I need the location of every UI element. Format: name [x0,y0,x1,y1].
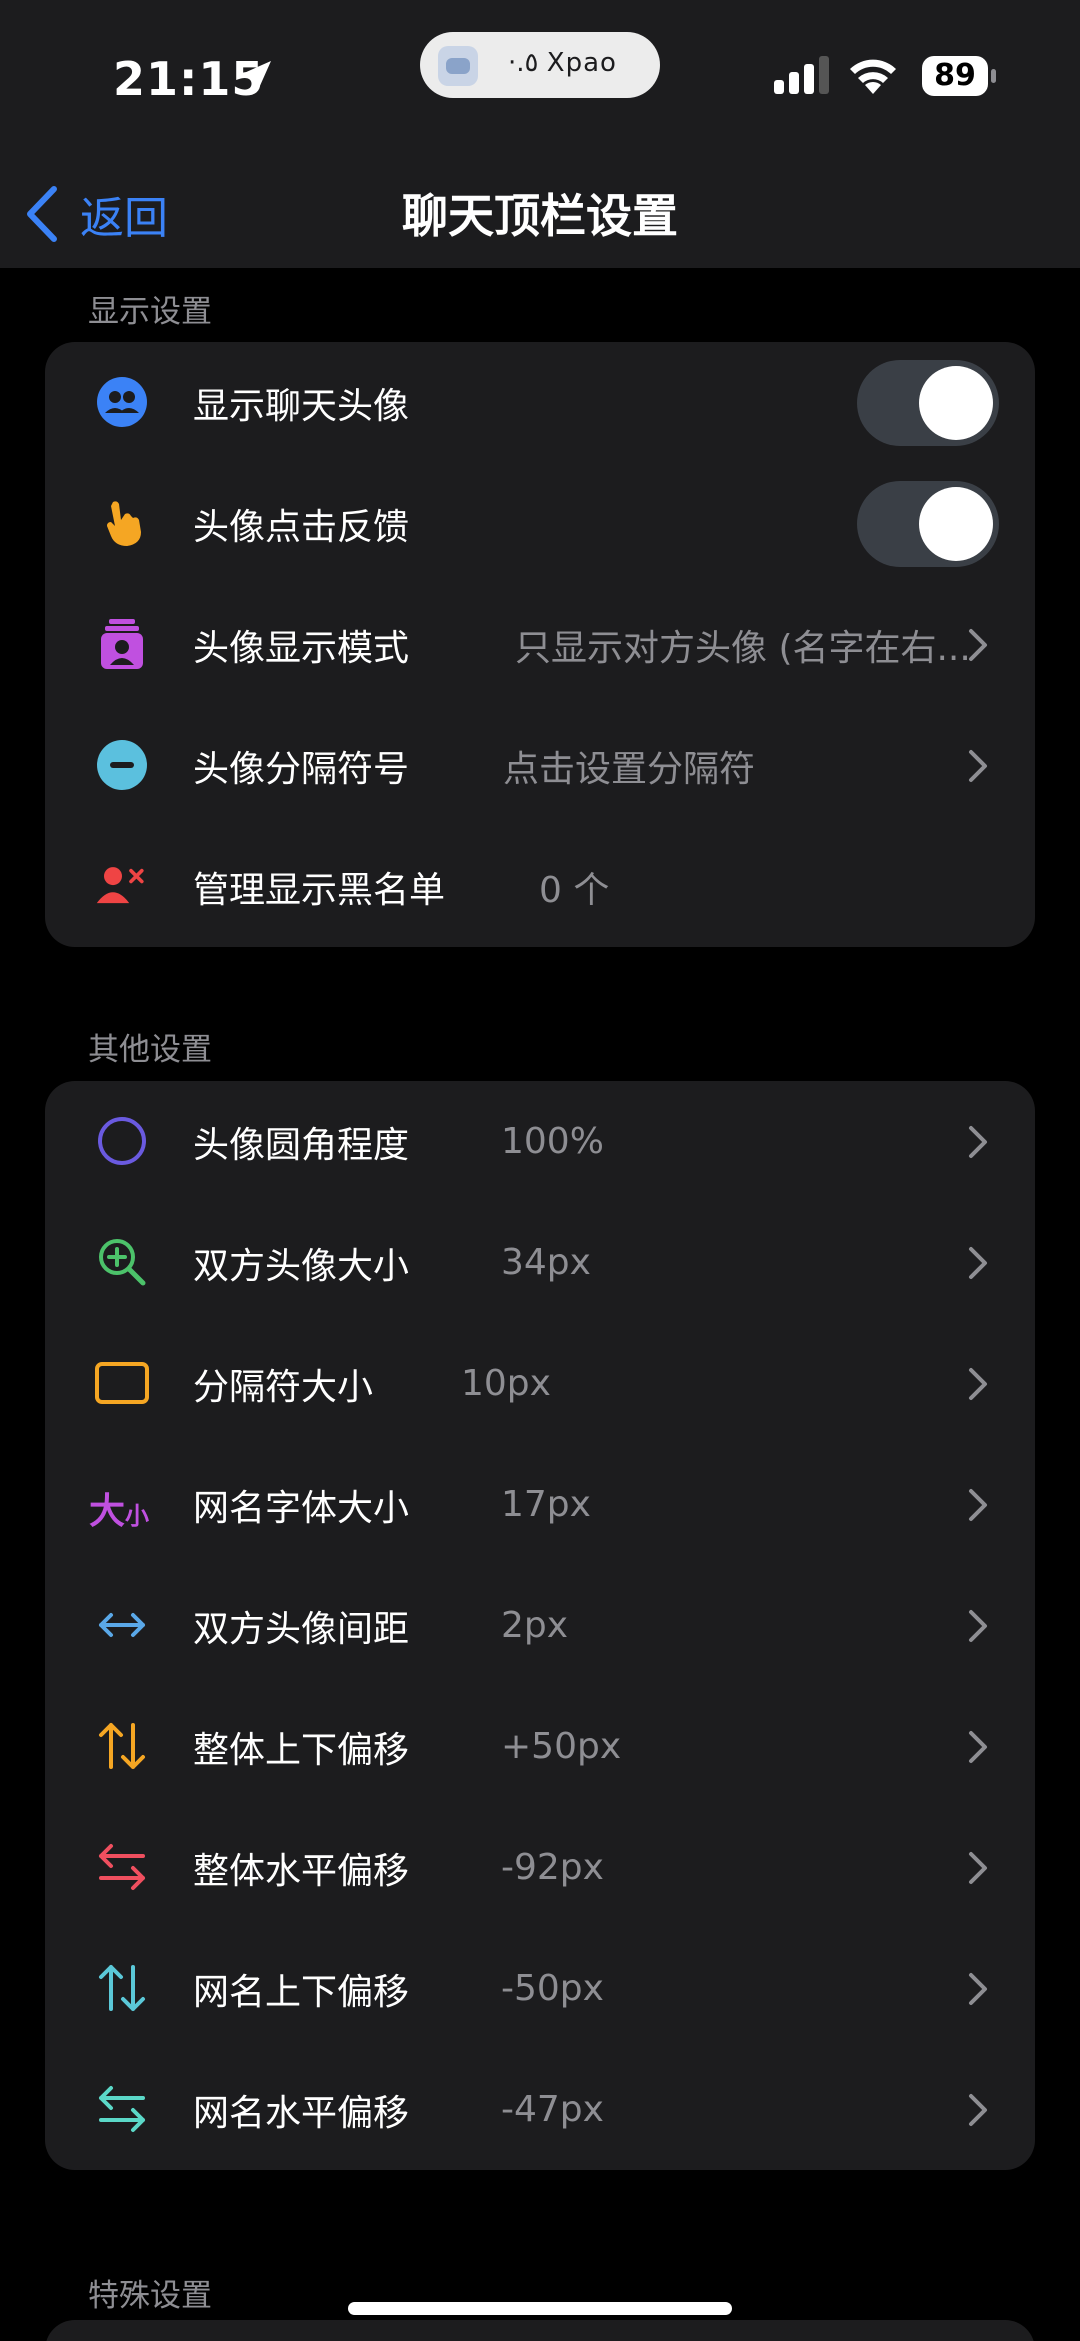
row-label: 网名字体大小 [193,1487,410,1529]
row-avatar-tap-feedback[interactable]: 头像点击反馈 [45,463,1035,584]
row-label: 头像圆角程度 [193,1124,410,1166]
avatar-feedback-toggle[interactable] [857,481,999,567]
chevron-right-icon [969,1973,987,2005]
row-nickname-font-size[interactable]: 大小 网名字体大小 17px [45,1444,1035,1565]
home-indicator[interactable] [348,2302,732,2315]
row-label: 整体水平偏移 [193,1850,410,1892]
chevron-right-icon [969,1247,987,1279]
zoom-in-icon [99,1239,146,1286]
vertical-arrows-icon [99,1723,145,1769]
swap-horizontal-icon [99,1844,145,1890]
row-label: 网名上下偏移 [193,1971,410,2013]
font-size-icon: 大小 [89,1491,150,1532]
row-value: 2px [501,1605,569,1646]
row-value: 只显示对方头像 (名字在右... [515,627,971,669]
row-separator-size[interactable]: 分隔符大小 10px [45,1323,1035,1444]
row-value: +50px [501,1726,622,1767]
row-label: 头像分隔符号 [193,748,410,790]
vertical-arrows-icon [99,1965,145,2011]
row-nickname-vertical-offset[interactable]: 网名上下偏移 -50px [45,1928,1035,2049]
row-label: 双方头像大小 [193,1245,410,1287]
row-value: 点击设置分隔符 [503,748,756,790]
contact-card-icon [101,619,143,669]
section-header-special: 特殊设置 [88,2278,212,2314]
row-label: 分隔符大小 [193,1366,374,1408]
row-value: 100% [501,1121,604,1162]
chevron-right-icon [969,1731,987,1763]
row-overall-vertical-offset[interactable]: 整体上下偏移 +50px [45,1686,1035,1807]
location-arrow-icon [241,61,271,91]
row-label: 管理显示黑名单 [193,869,446,911]
row-blacklist[interactable]: 管理显示黑名单 0 个 [45,826,1035,947]
island-text: ·.٥ Xpao [508,48,617,78]
show-avatar-toggle[interactable] [857,360,999,446]
row-value: 34px [501,1242,591,1283]
row-value: -92px [501,1847,604,1888]
cellular-signal-icon [774,56,829,94]
chevron-right-icon [969,629,987,661]
display-settings-card: 显示聊天头像 头像点击反馈 头像显示模式 只显示对方头像 (名字在右... 头像… [45,342,1035,947]
people-icon [97,377,147,427]
row-value: 17px [501,1484,591,1525]
row-value: 0 个 [539,869,610,911]
app-icon [438,46,478,86]
horizontal-arrows-icon [99,1613,145,1637]
swap-horizontal-icon [99,2086,145,2132]
nav-bar: 返回 聊天顶栏设置 [0,160,1080,268]
row-avatar-spacing[interactable]: 双方头像间距 2px [45,1565,1035,1686]
row-overall-horizontal-offset[interactable]: 整体水平偏移 -92px [45,1807,1035,1928]
minus-circle-icon [97,740,147,790]
row-show-avatar[interactable]: 显示聊天头像 [45,342,1035,463]
chevron-right-icon [969,2094,987,2126]
battery-indicator: 89 [922,56,996,96]
section-header-other: 其他设置 [88,1032,212,1068]
dynamic-island[interactable]: ·.٥ Xpao [420,32,660,98]
row-label: 头像点击反馈 [193,506,410,548]
row-avatar-separator[interactable]: 头像分隔符号 点击设置分隔符 [45,705,1035,826]
row-nickname-horizontal-offset[interactable]: 网名水平偏移 -47px [45,2049,1035,2170]
rectangle-icon [95,1362,149,1404]
row-avatar-size[interactable]: 双方头像大小 34px [45,1202,1035,1323]
pointing-hand-icon [107,501,141,546]
special-settings-card [45,2320,1035,2341]
row-value: -47px [501,2089,604,2130]
row-value: 10px [461,1363,551,1404]
chevron-right-icon [969,1489,987,1521]
row-label: 头像显示模式 [193,627,410,669]
row-value: -50px [501,1968,604,2009]
chevron-right-icon [969,1852,987,1884]
circle-outline-icon [98,1117,146,1165]
user-remove-icon [96,867,144,904]
chevron-right-icon [969,1368,987,1400]
row-label: 整体上下偏移 [193,1729,410,1771]
status-bar: 21:15 ·.٥ Xpao 89 [0,0,1080,160]
wifi-icon [850,59,896,94]
row-label: 网名水平偏移 [193,2092,410,2134]
top-bar: 21:15 ·.٥ Xpao 89 返回 聊天顶栏设置 [0,0,1080,268]
page-title: 聊天顶栏设置 [402,189,678,243]
chevron-right-icon [969,1610,987,1642]
chevron-right-icon [969,1126,987,1158]
row-label: 显示聊天头像 [193,385,410,427]
section-header-display: 显示设置 [88,294,212,330]
row-avatar-corner-radius[interactable]: 头像圆角程度 100% [45,1081,1035,1202]
row-label: 双方头像间距 [193,1608,410,1650]
other-settings-card: 头像圆角程度 100% 双方头像大小 34px 分隔符大小 10px 大小 网名… [45,1081,1035,2170]
row-avatar-display-mode[interactable]: 头像显示模式 只显示对方头像 (名字在右... [45,584,1035,705]
chevron-right-icon [969,750,987,782]
